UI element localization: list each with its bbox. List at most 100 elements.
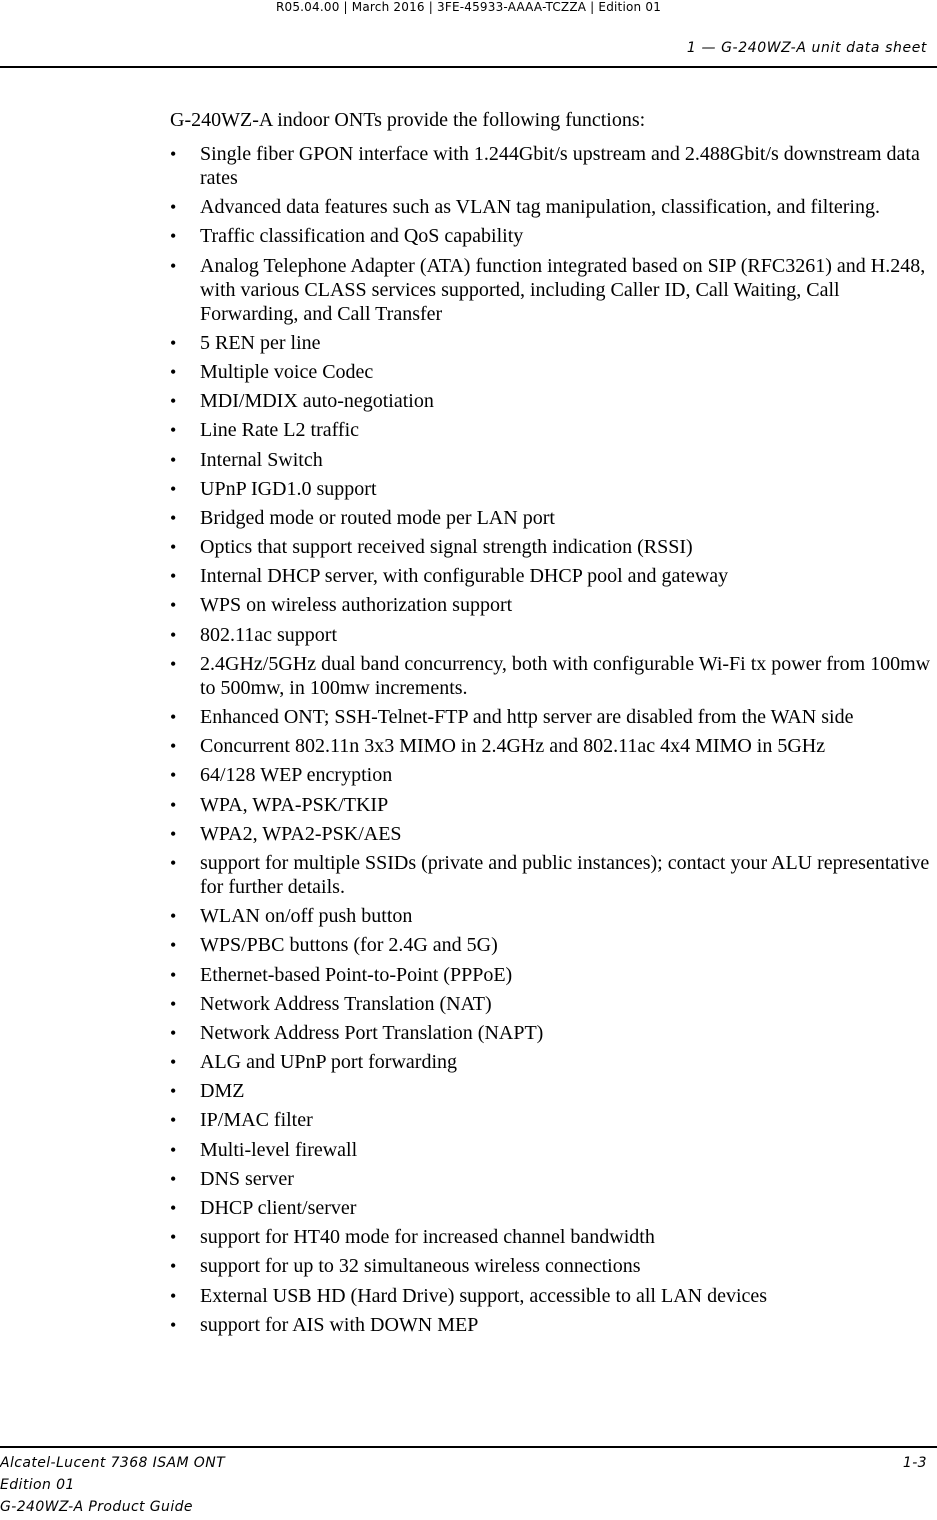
feature-text: WPS/PBC buttons (for 2.4G and 5G) xyxy=(200,934,498,957)
feature-text: Internal DHCP server, with configurable … xyxy=(200,565,729,588)
bullet-icon: • xyxy=(170,226,177,247)
footer-edition: Edition 01 xyxy=(0,1477,75,1493)
bullet-icon: • xyxy=(170,255,177,276)
bullet-icon: • xyxy=(170,361,177,382)
feature-text: Enhanced ONT; SSH-Telnet-FTP and http se… xyxy=(200,706,854,728)
bullet-icon: • xyxy=(170,1168,177,1189)
bullet-icon: • xyxy=(170,1285,177,1306)
feature-list-item: • Analog Telephone Adapter (ATA) function… xyxy=(170,254,937,326)
feature-list-item: • ALG and UPnP port forwarding xyxy=(170,1050,937,1074)
feature-text: Single fiber GPON interface with 1.244Gb… xyxy=(200,143,920,189)
feature-list-item: • Enhanced ONT; SSH-Telnet-FTP and http s… xyxy=(170,705,937,729)
feature-text: Advanced data features such as VLAN tag … xyxy=(200,196,880,219)
bullet-icon: • xyxy=(170,197,177,218)
bullet-icon: • xyxy=(170,566,177,587)
feature-list-item: • 5 REN per line xyxy=(170,331,937,355)
feature-list-item: • DHCP client/server xyxy=(170,1196,937,1220)
bullet-icon: • xyxy=(170,144,177,164)
feature-list-item: • Single fiber GPON interface with 1.244G… xyxy=(170,142,937,190)
feature-text: Bridged mode or routed mode per LAN port xyxy=(200,506,555,529)
feature-text: MDI/MDIX auto-negotiation xyxy=(200,390,434,413)
feature-text: support for AIS with DOWN MEP xyxy=(200,1313,479,1336)
feature-list-item: • 2.4GHz/5GHz dual band concurrency, both… xyxy=(170,652,937,700)
feature-text: Traffic classification and QoS capabilit… xyxy=(200,225,524,248)
bullet-icon: • xyxy=(170,1139,177,1160)
bullet-icon: • xyxy=(170,707,177,727)
bullet-icon: • xyxy=(170,449,177,470)
feature-list-item: • WPA, WPA-PSK/TKIP xyxy=(170,793,937,817)
bullet-icon: • xyxy=(170,507,177,528)
bullet-icon: • xyxy=(170,624,177,645)
feature-text: Multiple voice Codec xyxy=(200,360,374,383)
bullet-icon: • xyxy=(170,852,177,873)
header-divider xyxy=(0,66,937,68)
bullet-icon: • xyxy=(170,823,177,844)
feature-list-item: • DMZ xyxy=(170,1079,937,1103)
feature-list-item: • DNS server xyxy=(170,1167,937,1191)
document-meta-header: R05.04.00 | March 2016 | 3FE-45933-AAAA-… xyxy=(275,0,662,14)
bullet-icon: • xyxy=(170,653,177,674)
feature-text: Internal Switch xyxy=(200,448,323,471)
feature-list-item: • Network Address Port Translation (NAPT) xyxy=(170,1021,937,1045)
feature-list-item: • MDI/MDIX auto-negotiation xyxy=(170,389,937,413)
feature-list-item: • 802.11ac support xyxy=(170,623,937,647)
bullet-icon: • xyxy=(170,1022,177,1043)
bullet-icon: • xyxy=(170,1227,177,1248)
bullet-icon: • xyxy=(170,794,177,815)
bullet-icon: • xyxy=(170,537,177,558)
feature-list-item: • support for AIS with DOWN MEP xyxy=(170,1313,937,1337)
feature-list-item: • Concurrent 802.11n 3x3 MIMO in 2.4GHz a… xyxy=(170,734,937,758)
bullet-icon: • xyxy=(170,420,177,441)
feature-list-item: • Internal Switch xyxy=(170,448,937,472)
feature-list-item: • WPS on wireless authorization support xyxy=(170,593,937,617)
bullet-icon: • xyxy=(170,1081,177,1102)
feature-text: WLAN on/off push button xyxy=(200,905,413,928)
feature-text: support for up to 32 simultaneous wirele… xyxy=(200,1255,641,1278)
feature-list-item: • Ethernet-based Point-to-Point (PPPoE) xyxy=(170,963,937,987)
feature-list-item: • WPS/PBC buttons (for 2.4G and 5G) xyxy=(170,933,937,957)
bullet-icon: • xyxy=(170,964,177,985)
feature-list-item: • UPnP IGD1.0 support xyxy=(170,477,937,501)
bullet-icon: • xyxy=(170,595,177,616)
feature-list-item: • External USB HD (Hard Drive) support, a… xyxy=(170,1284,937,1308)
feature-list-item: • Network Address Translation (NAT) xyxy=(170,992,937,1016)
page-number: 1-3 xyxy=(902,1455,927,1471)
bullet-icon: • xyxy=(170,993,177,1014)
feature-list-item: • WLAN on/off push button xyxy=(170,904,937,928)
bullet-icon: • xyxy=(170,1110,177,1131)
feature-text: External USB HD (Hard Drive) support, ac… xyxy=(200,1284,768,1307)
feature-text: DMZ xyxy=(200,1080,245,1103)
feature-text: Network Address Port Translation (NAPT) xyxy=(200,1021,544,1044)
feature-list-item: • support for HT40 mode for increased cha… xyxy=(170,1225,937,1249)
feature-text: 2.4GHz/5GHz dual band concurrency, both … xyxy=(200,652,931,699)
feature-list-item: • Optics that support received signal str… xyxy=(170,535,937,559)
bullet-icon: • xyxy=(170,332,177,353)
footer-divider xyxy=(0,1446,937,1448)
feature-list-item: • Traffic classification and QoS capabili… xyxy=(170,224,937,248)
chapter-title: 1 — G-240WZ-A unit data sheet xyxy=(686,40,927,56)
feature-text: ALG and UPnP port forwarding xyxy=(200,1051,458,1074)
bullet-icon: • xyxy=(170,1052,177,1073)
feature-text: WPA2, WPA2-PSK/AES xyxy=(200,822,402,845)
feature-list: • Single fiber GPON interface with 1.244G… xyxy=(170,142,937,1337)
footer-left: Alcatel-Lucent 7368 ISAM ONT Edition 01 … xyxy=(0,1452,225,1518)
feature-text: support for HT40 mode for increased chan… xyxy=(200,1226,655,1249)
feature-list-item: • Bridged mode or routed mode per LAN por… xyxy=(170,506,937,530)
feature-text: 5 REN per line xyxy=(200,331,321,354)
feature-list-item: • Multi-level firewall xyxy=(170,1138,937,1162)
page-body: G-240WZ-A indoor ONTs provide the follow… xyxy=(170,108,937,1342)
feature-text: DHCP client/server xyxy=(200,1197,357,1219)
bullet-icon: • xyxy=(170,1256,177,1277)
feature-text: Multi-level firewall xyxy=(200,1138,358,1161)
feature-list-item: • 64/128 WEP encryption xyxy=(170,763,937,787)
bullet-icon: • xyxy=(170,906,177,927)
feature-text: 64/128 WEP encryption xyxy=(200,764,393,787)
feature-text: DNS server xyxy=(200,1167,294,1190)
feature-list-item: • support for up to 32 simultaneous wirel… xyxy=(170,1254,937,1278)
intro-paragraph: G-240WZ-A indoor ONTs provide the follow… xyxy=(170,109,646,131)
feature-list-item: • Multiple voice Codec xyxy=(170,360,937,384)
feature-list-item: • support for multiple SSIDs (private and… xyxy=(170,851,937,899)
feature-text: Ethernet-based Point-to-Point (PPPoE) xyxy=(200,963,513,986)
feature-text: 802.11ac support xyxy=(200,623,338,646)
bullet-icon: • xyxy=(170,478,177,499)
